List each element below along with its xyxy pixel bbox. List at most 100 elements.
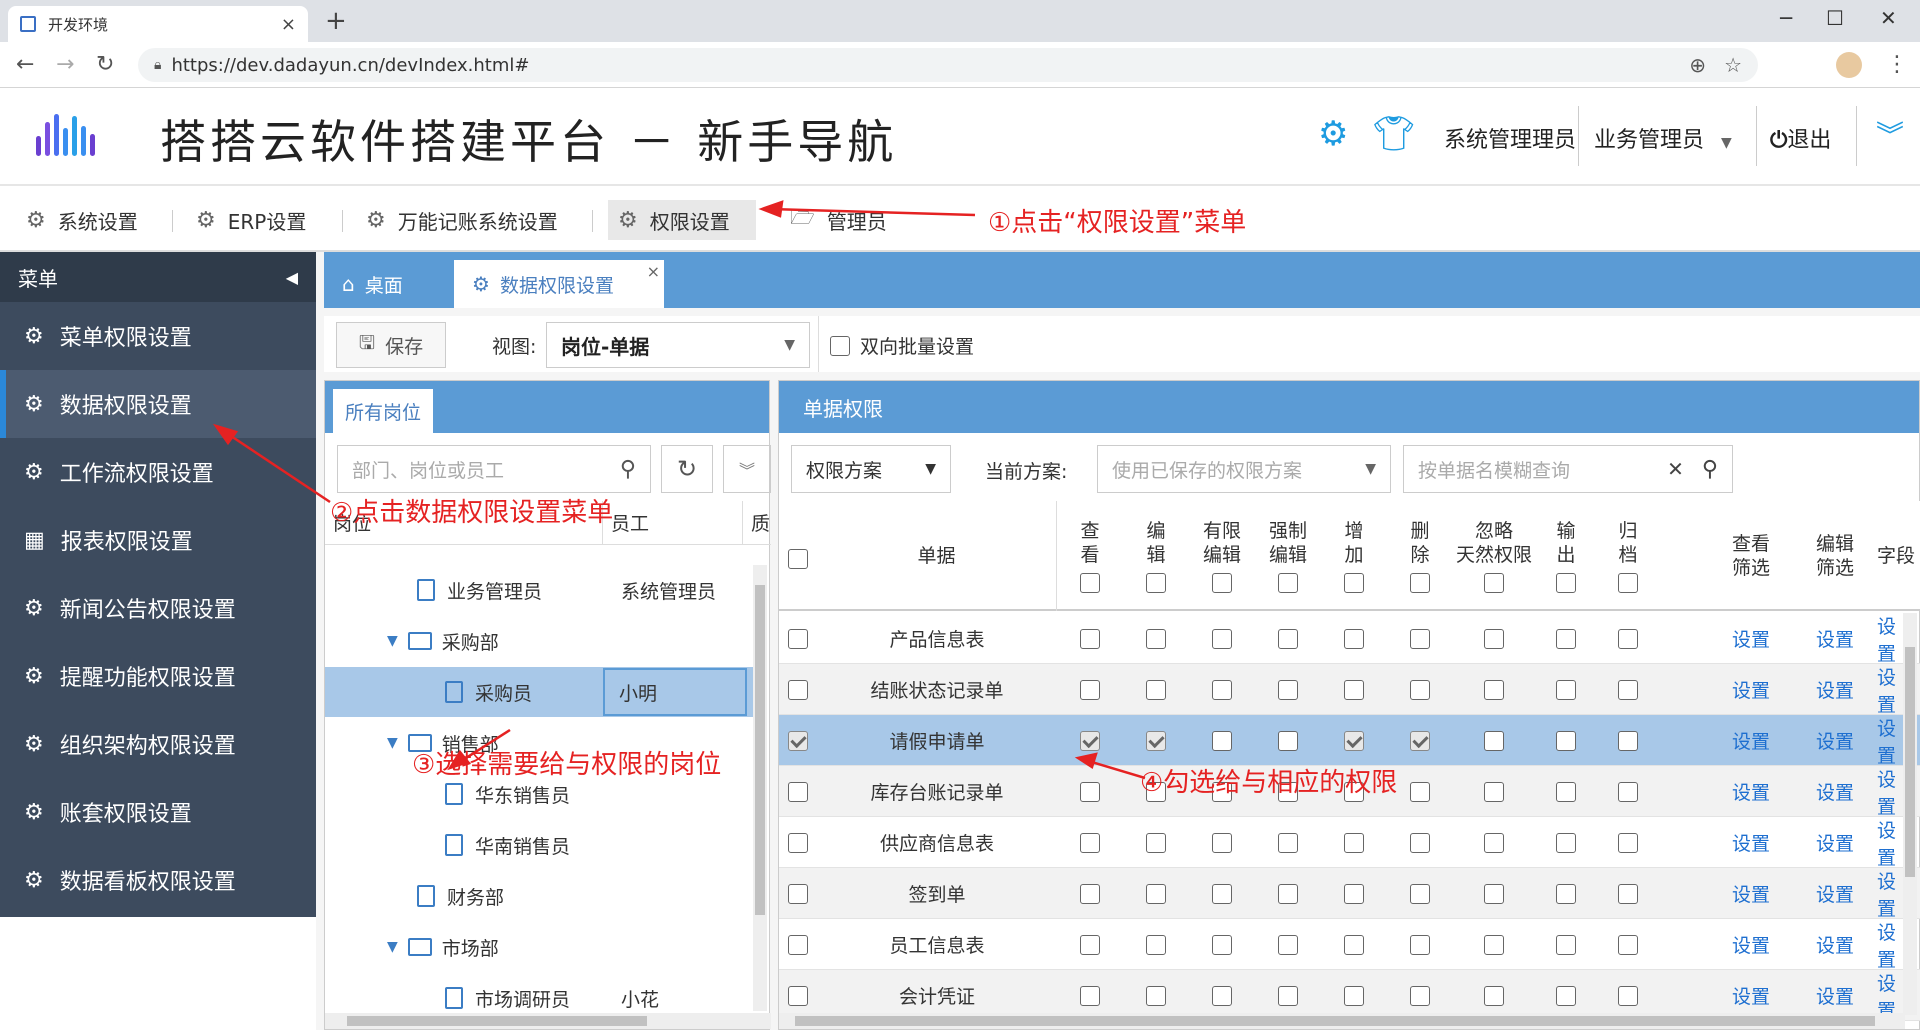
edit-filter-set-link[interactable]: 设置	[1793, 664, 1877, 715]
perm-checkbox[interactable]	[1618, 883, 1638, 904]
sidebar-item-data-perm[interactable]: ⚙ 数据权限设置	[0, 370, 316, 438]
perm-checkbox[interactable]	[1080, 883, 1100, 904]
perm-checkbox[interactable]	[1212, 832, 1232, 853]
edit-filter-set-link[interactable]: 设置	[1793, 766, 1877, 817]
refresh-button[interactable]: ↻	[661, 445, 713, 493]
perm-checkbox[interactable]	[1080, 781, 1100, 802]
browser-menu-icon[interactable]: ⋮	[1886, 52, 1908, 77]
perm-checkbox[interactable]	[1410, 628, 1430, 649]
perm-checkbox[interactable]	[1484, 985, 1504, 1006]
bidirectional-checkbox[interactable]	[830, 335, 850, 356]
perm-checkbox[interactable]	[1344, 985, 1364, 1006]
perm-checkbox[interactable]	[1618, 730, 1638, 751]
field-set-link[interactable]: 设置	[1877, 715, 1905, 767]
column-select-checkbox[interactable]	[1278, 573, 1298, 593]
perm-checkbox[interactable]	[1212, 679, 1232, 700]
perm-checkbox[interactable]	[1146, 628, 1166, 649]
table-row[interactable]: 产品信息表 设置 设置 设置	[779, 613, 1920, 664]
search-icon[interactable]: ⚲	[1702, 457, 1718, 482]
row-select-checkbox[interactable]	[788, 934, 808, 955]
table-row[interactable]: 签到单 设置 设置 设置	[779, 868, 1920, 919]
perm-checkbox[interactable]	[1344, 679, 1364, 700]
field-set-link[interactable]: 设置	[1877, 766, 1905, 818]
scroll-thumb[interactable]	[1905, 647, 1915, 877]
bidirectional-option[interactable]: 双向批量设置	[830, 332, 974, 359]
view-filter-set-link[interactable]: 设置	[1709, 766, 1793, 817]
zoom-icon[interactable]: ⊕	[1689, 53, 1706, 77]
scroll-thumb[interactable]	[347, 1016, 647, 1026]
tree-hscrollbar[interactable]	[325, 1013, 771, 1029]
row-select-checkbox[interactable]	[788, 628, 808, 649]
field-set-link[interactable]: 设置	[1877, 664, 1905, 716]
select-all-checkbox[interactable]	[788, 549, 808, 569]
tab-close-icon[interactable]: ×	[647, 262, 660, 281]
perm-checkbox[interactable]	[1278, 679, 1298, 700]
row-select-checkbox[interactable]	[788, 679, 808, 700]
perm-checkbox[interactable]	[1278, 730, 1298, 751]
perm-checkbox[interactable]	[1146, 730, 1166, 751]
perm-checkbox[interactable]	[1410, 730, 1430, 751]
scroll-thumb[interactable]	[795, 1016, 1875, 1026]
row-select-checkbox[interactable]	[788, 832, 808, 853]
column-select-checkbox[interactable]	[1618, 573, 1638, 593]
profile-avatar[interactable]	[1836, 52, 1862, 78]
perm-checkbox[interactable]	[1556, 781, 1576, 802]
tree-vscrollbar[interactable]	[753, 565, 767, 1011]
collapse-left-icon[interactable]: ◀	[286, 268, 298, 287]
field-set-link[interactable]: 设置	[1877, 817, 1905, 869]
view-filter-set-link[interactable]: 设置	[1709, 613, 1793, 664]
search-icon[interactable]: ⚲	[620, 457, 636, 482]
sidebar-item-workflow-perm[interactable]: ⚙ 工作流权限设置	[0, 438, 316, 506]
grid-hscrollbar[interactable]	[779, 1013, 1905, 1029]
system-admin-link[interactable]: 系统管理理员	[1444, 122, 1576, 154]
perm-checkbox[interactable]	[1212, 985, 1232, 1006]
row-select-checkbox[interactable]	[788, 781, 808, 802]
field-set-link[interactable]: 设置	[1877, 613, 1905, 665]
tree-row[interactable]: 业务管理员 系统管理员	[325, 565, 755, 615]
tree-row[interactable]: ▼ 市场部	[325, 922, 755, 972]
menu-erp-settings[interactable]: ⚙ ERP设置	[186, 200, 316, 240]
more-button[interactable]: ︾	[723, 445, 771, 493]
row-select-checkbox[interactable]	[788, 985, 808, 1006]
perm-checkbox[interactable]	[1344, 883, 1364, 904]
edit-filter-set-link[interactable]: 设置	[1793, 613, 1877, 664]
perm-checkbox[interactable]	[1484, 934, 1504, 955]
column-select-checkbox[interactable]	[1080, 573, 1100, 593]
column-select-checkbox[interactable]	[1212, 573, 1232, 593]
close-window-button[interactable]: ✕	[1880, 6, 1897, 30]
role-dropdown[interactable]: 业务管理员 ▼	[1594, 122, 1732, 154]
perm-checkbox[interactable]	[1212, 883, 1232, 904]
edit-filter-set-link[interactable]: 设置	[1793, 715, 1877, 766]
perm-checkbox[interactable]	[1410, 985, 1430, 1006]
post-search-input[interactable]: 部门、岗位或员工 ⚲	[337, 445, 651, 493]
clear-icon[interactable]: ✕	[1667, 457, 1684, 481]
reload-icon[interactable]: ↻	[96, 52, 114, 77]
perm-checkbox[interactable]	[1080, 730, 1100, 751]
sidebar-item-account-perm[interactable]: ⚙ 账套权限设置	[0, 778, 316, 846]
edit-filter-set-link[interactable]: 设置	[1793, 868, 1877, 919]
expand-triangle-icon[interactable]: ▼	[387, 735, 398, 751]
perm-checkbox[interactable]	[1344, 832, 1364, 853]
perm-checkbox[interactable]	[1212, 730, 1232, 751]
tree-row[interactable]: 华南销售员	[325, 820, 755, 870]
browser-tab[interactable]: 开发环境 ×	[8, 6, 308, 42]
perm-checkbox[interactable]	[1278, 832, 1298, 853]
perm-checkbox[interactable]	[1618, 628, 1638, 649]
column-select-checkbox[interactable]	[1484, 573, 1504, 593]
sidebar-item-report-perm[interactable]: ▦ 报表权限设置	[0, 506, 316, 574]
perm-checkbox[interactable]	[1344, 934, 1364, 955]
table-row[interactable]: 结账状态记录单 设置 设置 设置	[779, 664, 1920, 715]
grid-vscrollbar[interactable]	[1903, 613, 1917, 1015]
sidebar-item-reminder-perm[interactable]: ⚙ 提醒功能权限设置	[0, 642, 316, 710]
scheme-select[interactable]: 使用已保存的权限方案 ▼	[1097, 445, 1391, 493]
scroll-thumb[interactable]	[755, 585, 765, 915]
perm-checkbox[interactable]	[1484, 781, 1504, 802]
expand-triangle-icon[interactable]: ▼	[387, 633, 398, 649]
theme-shirt-icon[interactable]: 👕︎	[1372, 114, 1415, 154]
table-row[interactable]: 请假申请单 设置 设置 设置	[779, 715, 1920, 766]
perm-checkbox[interactable]	[1556, 679, 1576, 700]
perm-checkbox[interactable]	[1146, 985, 1166, 1006]
perm-checkbox[interactable]	[1080, 679, 1100, 700]
perm-checkbox[interactable]	[1618, 934, 1638, 955]
tab-all-posts[interactable]: 所有岗位	[333, 389, 433, 433]
